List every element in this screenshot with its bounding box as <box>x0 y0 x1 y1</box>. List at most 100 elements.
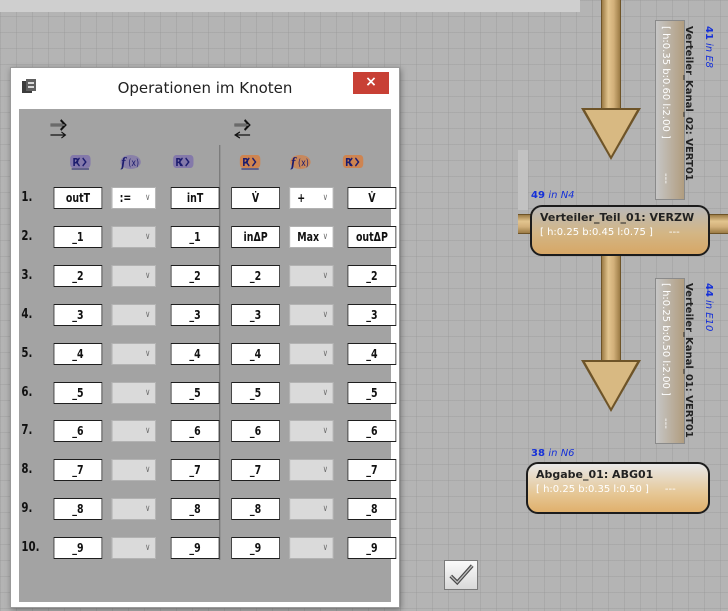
backward-operator-select[interactable]: ∨ <box>289 498 334 521</box>
row-number: 6. <box>21 384 33 400</box>
forward-output-field[interactable]: _5 <box>170 381 220 404</box>
backward-operator-select[interactable]: ∨ <box>289 264 334 287</box>
dialog-client: P f (x) R P f (x) R 1. outT:= ∨ inT V̇ … <box>19 109 397 602</box>
row-number: 4. <box>21 306 33 322</box>
chevron-down-icon: ∨ <box>145 231 151 242</box>
chevron-down-icon: ∨ <box>145 465 151 476</box>
backward-output-field[interactable]: _2 <box>347 264 397 287</box>
forward-output-field[interactable]: _6 <box>170 420 220 443</box>
forward-input-field[interactable]: outT <box>53 187 103 209</box>
node-38-name: Abgabe_01: ABG01 <box>536 468 654 481</box>
canvas-strip <box>0 0 580 12</box>
backward-input-field[interactable]: inΔP <box>231 225 280 248</box>
forward-output-field[interactable]: _9 <box>170 537 220 560</box>
node-verteiler-teil[interactable]: Verteiler_Teil_01: VERZW [ h:0.25 b:0.45… <box>530 205 710 256</box>
forward-operator-select[interactable]: ∨ <box>111 381 156 404</box>
forward-output-field[interactable]: _7 <box>170 459 220 482</box>
forward-operator-select[interactable]: ∨ <box>111 537 156 560</box>
backward-input-field[interactable]: _3 <box>231 303 280 326</box>
chevron-down-icon: ∨ <box>145 504 151 515</box>
backward-operator-select[interactable]: ∨ <box>289 537 334 560</box>
backward-input-field[interactable]: _9 <box>231 537 280 560</box>
forward-input-field[interactable]: _1 <box>53 225 103 248</box>
forward-output-field[interactable]: inT <box>170 187 220 209</box>
function-icon: f (x) <box>120 155 141 170</box>
backward-operator-select[interactable]: ∨ <box>289 420 334 443</box>
forward-input-field[interactable]: _3 <box>53 303 103 326</box>
forward-output-field[interactable]: _8 <box>170 498 220 521</box>
forward-input-field[interactable]: _6 <box>53 420 103 443</box>
node-49-dims: [ h:0.25 b:0.45 l:0.75 ] --- <box>540 227 680 238</box>
node-49-tag: 49 in N4 <box>531 190 575 201</box>
forward-operator-select[interactable]: ∨ <box>111 498 156 521</box>
close-button[interactable]: × <box>353 72 389 94</box>
chevron-down-icon: ∨ <box>145 193 151 203</box>
forward-operator-select[interactable]: ∨ <box>111 303 156 326</box>
canal-01-name: Verteiler_Kanal_01: VERT01 <box>683 283 694 438</box>
forward-operator-select[interactable]: ∨ <box>111 459 156 482</box>
chevron-down-icon: ∨ <box>322 504 328 515</box>
canal-02-tag: 41 in E8 <box>703 26 714 69</box>
backward-output-field[interactable]: _7 <box>347 459 397 482</box>
backward-output-field[interactable]: _4 <box>347 342 397 365</box>
backward-input-field[interactable]: _2 <box>231 264 280 287</box>
backward-input-field[interactable]: _5 <box>231 381 280 404</box>
forward-input-field[interactable]: _4 <box>53 342 103 365</box>
forward-input-field[interactable]: _8 <box>53 498 103 521</box>
node-abgabe[interactable]: Abgabe_01: ABG01 [ h:0.25 b:0.35 l:0.50 … <box>526 462 710 514</box>
backward-operator-select[interactable]: ∨ <box>289 459 334 482</box>
backward-output-field[interactable]: _9 <box>347 537 397 560</box>
backward-output-field[interactable]: _3 <box>347 303 397 326</box>
forward-output-field[interactable]: _1 <box>170 225 220 248</box>
forward-input-field[interactable]: _2 <box>53 264 103 287</box>
node-38-tag: 38 in N6 <box>531 448 575 459</box>
backward-input-field[interactable]: V̇ <box>231 187 280 209</box>
backward-output-field[interactable]: outΔP <box>347 225 397 248</box>
forward-operator-select[interactable]: ∨ <box>111 420 156 443</box>
canal-01-tag: 44 in E10 <box>703 283 714 332</box>
canal-01-dash: --- <box>660 418 671 429</box>
forward-input-field[interactable]: _9 <box>53 537 103 560</box>
backward-operator-select[interactable]: ∨ <box>289 303 334 326</box>
row-number: 10. <box>21 540 40 556</box>
row-number: 9. <box>21 501 33 517</box>
backward-output-field[interactable]: _5 <box>347 381 397 404</box>
row-number: 7. <box>21 423 33 439</box>
backward-arrows-icon <box>234 119 251 139</box>
param-icon: P <box>70 155 91 170</box>
backward-operator-select[interactable]: + ∨ <box>289 187 334 209</box>
node-38-dims: [ h:0.25 b:0.35 l:0.50 ] --- <box>536 484 676 495</box>
confirm-button[interactable] <box>444 560 478 590</box>
backward-output-field[interactable]: _8 <box>347 498 397 521</box>
forward-input-field[interactable]: _7 <box>53 459 103 482</box>
forward-input-field[interactable]: _5 <box>53 381 103 404</box>
backward-input-field[interactable]: _4 <box>231 342 280 365</box>
backward-output-field[interactable]: V̇ <box>347 187 397 209</box>
dialog-title: Operationen im Knoten <box>117 79 293 97</box>
backward-operator-select[interactable]: ∨ <box>289 342 334 365</box>
backward-operator-select[interactable]: Max ∨ <box>289 225 334 248</box>
backward-input-field[interactable]: _7 <box>231 459 280 482</box>
backward-operator-select[interactable]: ∨ <box>289 381 334 404</box>
forward-operator-select[interactable]: := ∨ <box>111 187 156 209</box>
forward-operator-select[interactable]: ∨ <box>111 225 156 248</box>
forward-operator-select[interactable]: ∨ <box>111 342 156 365</box>
forward-output-field[interactable]: _4 <box>170 342 220 365</box>
row-number: 5. <box>21 345 33 361</box>
backward-output-field[interactable]: _6 <box>347 420 397 443</box>
result-icon: R <box>173 155 194 169</box>
forward-output-field[interactable]: _2 <box>170 264 220 287</box>
dialog-titlebar[interactable]: Operationen im Knoten × <box>11 68 399 109</box>
canal-02-name: Verteiler_Kanal_02: VERT01 <box>683 26 694 181</box>
backward-input-field[interactable]: _8 <box>231 498 280 521</box>
chevron-down-icon: ∨ <box>322 193 328 203</box>
backward-input-field[interactable]: _6 <box>231 420 280 443</box>
row-number: 8. <box>21 462 33 478</box>
svg-text:(x): (x) <box>298 158 309 169</box>
row-number: 3. <box>21 267 33 283</box>
canvas-stub <box>518 150 528 210</box>
chevron-down-icon: ∨ <box>322 270 328 281</box>
forward-output-field[interactable]: _3 <box>170 303 220 326</box>
operator-value: + <box>297 191 306 205</box>
forward-operator-select[interactable]: ∨ <box>111 264 156 287</box>
